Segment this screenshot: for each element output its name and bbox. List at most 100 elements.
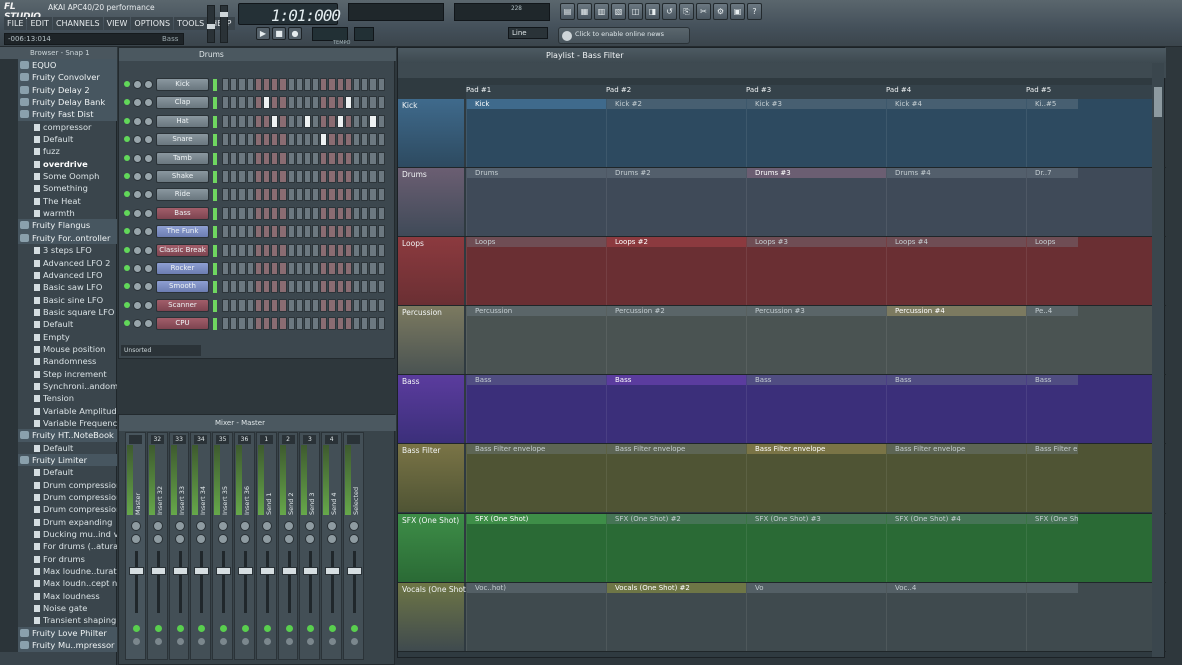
step-button[interactable] (312, 298, 320, 312)
step-button[interactable] (222, 298, 230, 312)
channel-select-indicator[interactable] (213, 115, 217, 128)
mixer-route-button[interactable] (154, 638, 162, 645)
step-button[interactable] (320, 206, 328, 220)
channel-mute-led[interactable] (124, 191, 130, 198)
step-button[interactable] (312, 261, 320, 275)
step-button[interactable] (344, 169, 352, 183)
mixer-knob[interactable] (152, 521, 163, 531)
step-button[interactable] (271, 96, 279, 110)
step-button[interactable] (344, 206, 352, 220)
step-button[interactable] (320, 280, 328, 294)
step-button[interactable] (254, 280, 262, 294)
channel-filter[interactable]: Unsorted (121, 345, 201, 356)
toolbar-icon-11[interactable]: ? (747, 3, 762, 20)
step-button[interactable] (238, 243, 246, 257)
browser-file[interactable]: Noise gate (0, 602, 117, 615)
pattern-clip[interactable]: Percussion (466, 306, 606, 375)
channel-pan-knob[interactable] (133, 153, 142, 163)
step-button[interactable] (344, 96, 352, 110)
track-header[interactable]: Kick (398, 99, 464, 167)
mixer-knob[interactable] (283, 521, 294, 531)
step-button[interactable] (287, 188, 295, 202)
step-button[interactable] (312, 151, 320, 165)
step-button[interactable] (361, 78, 369, 91)
track-lane[interactable]: Voc..hot) Vocals (One Shot) #2 Vo Voc..4 (466, 582, 1152, 651)
channel-volume-knob[interactable] (144, 171, 153, 181)
step-button[interactable] (377, 188, 385, 202)
step-button[interactable] (312, 243, 320, 257)
channel-mute-led[interactable] (124, 246, 130, 253)
mixer-knob[interactable] (218, 534, 229, 544)
browser-file[interactable]: warmth (0, 207, 117, 220)
step-button[interactable] (279, 261, 287, 275)
volume-fader[interactable] (172, 567, 188, 575)
channel-volume-knob[interactable] (144, 153, 153, 163)
step-button[interactable] (230, 78, 238, 91)
step-button[interactable] (328, 261, 336, 275)
step-button[interactable] (336, 114, 344, 128)
step-button[interactable] (377, 298, 385, 312)
step-button[interactable] (303, 206, 312, 220)
mixer-track[interactable]: 3 Send 3 (299, 432, 321, 660)
channel-button-classic-break[interactable]: Classic Break (156, 243, 209, 257)
mixer-track[interactable]: 36 Insert 36 (233, 432, 255, 660)
channel-select-indicator[interactable] (213, 134, 217, 147)
step-button[interactable] (303, 78, 312, 91)
step-button[interactable] (369, 225, 377, 239)
step-button[interactable] (254, 261, 262, 275)
browser-file[interactable]: Transient shaping (0, 614, 117, 627)
mixer-knob[interactable] (327, 521, 338, 531)
step-button[interactable] (238, 206, 246, 220)
step-button[interactable] (353, 96, 361, 110)
browser-file[interactable]: fuzz (0, 145, 117, 158)
step-button[interactable] (271, 317, 279, 331)
pattern-clip[interactable]: SFX (One Shot) #5 (1026, 513, 1078, 582)
step-button[interactable] (262, 225, 271, 239)
pattern-clip[interactable]: Voc..hot) (466, 582, 606, 651)
channel-pan-knob[interactable] (133, 300, 142, 310)
step-button[interactable] (262, 114, 271, 128)
channel-pan-knob[interactable] (133, 116, 142, 126)
step-button[interactable] (320, 151, 328, 165)
channel-volume-knob[interactable] (144, 319, 153, 329)
step-button[interactable] (246, 96, 254, 110)
step-button[interactable] (230, 151, 238, 165)
step-button[interactable] (377, 225, 385, 239)
step-button[interactable] (369, 298, 377, 312)
step-button[interactable] (344, 114, 352, 128)
pattern-clip[interactable]: Kick #4 (886, 99, 1026, 167)
step-button[interactable] (377, 78, 385, 91)
step-button[interactable] (295, 280, 303, 294)
step-button[interactable] (222, 151, 230, 165)
pattern-clip[interactable] (1026, 582, 1078, 651)
step-button[interactable] (246, 225, 254, 239)
step-button[interactable] (353, 133, 361, 147)
toolbar-icon-10[interactable]: ▣ (730, 3, 745, 20)
step-button[interactable] (230, 96, 238, 110)
channel-mute-led[interactable] (124, 228, 130, 235)
toolbar-icon-0[interactable]: ▤ (560, 3, 575, 20)
toolbar-icon-5[interactable]: ◨ (645, 3, 660, 20)
pattern-clip[interactable]: Bass (886, 375, 1026, 444)
step-button[interactable] (353, 298, 361, 312)
step-button[interactable] (271, 133, 279, 147)
step-button[interactable] (353, 261, 361, 275)
step-button[interactable] (369, 206, 377, 220)
step-button[interactable] (238, 261, 246, 275)
step-button[interactable] (353, 78, 361, 91)
step-button[interactable] (312, 188, 320, 202)
step-button[interactable] (279, 133, 287, 147)
step-button[interactable] (295, 317, 303, 331)
mixer-knob[interactable] (174, 534, 185, 544)
channel-volume-knob[interactable] (144, 135, 153, 145)
playlist-title-bar[interactable]: Playlist - Bass Filter (398, 48, 1166, 63)
browser-file[interactable]: Max loudne..turation) (0, 565, 117, 578)
step-button[interactable] (320, 188, 328, 202)
browser-file[interactable]: Drum compression (0, 503, 117, 516)
browser-file[interactable]: Basic square LFO (0, 305, 117, 319)
step-button[interactable] (369, 114, 377, 128)
step-button[interactable] (328, 151, 336, 165)
track-lane[interactable]: SFX (One Shot) SFX (One Shot) #2 SFX (One … (466, 513, 1152, 582)
step-button[interactable] (230, 188, 238, 202)
step-button[interactable] (222, 243, 230, 257)
